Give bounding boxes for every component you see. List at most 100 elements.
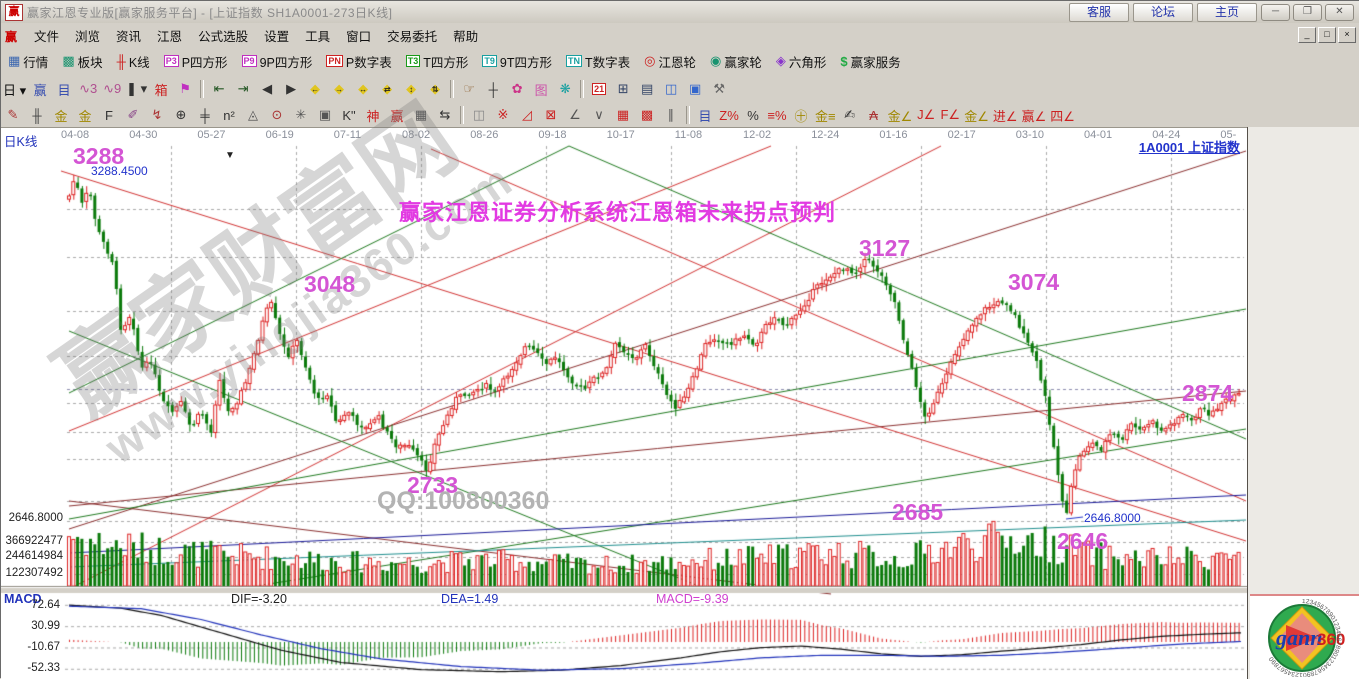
save-icon[interactable]: ◫: [660, 78, 682, 100]
line-percent-icon[interactable]: ≡%: [766, 104, 788, 126]
diag-lines-icon[interactable]: ∥: [660, 104, 682, 126]
box-diag-icon[interactable]: ◿: [516, 104, 538, 126]
first-page-icon[interactable]: ⇤: [208, 78, 230, 100]
homepage-button[interactable]: 主页: [1197, 3, 1257, 22]
hexagon-button[interactable]: ◈六角形: [770, 49, 833, 74]
t-number-table-button[interactable]: TNT数字表: [560, 49, 636, 74]
gann-box-icon[interactable]: 箱: [150, 78, 172, 100]
gold-circle-icon[interactable]: ㊉: [790, 104, 812, 126]
ribbon-tool-icon[interactable]: ✿: [506, 78, 528, 100]
monitor-save-icon[interactable]: ▣: [684, 78, 706, 100]
p-square-button[interactable]: P3P四方形: [158, 49, 234, 74]
marker-pen-icon[interactable]: ↯: [146, 104, 168, 126]
sectors-button[interactable]: ▩板块: [56, 49, 108, 74]
red-fan-icon[interactable]: ※: [492, 104, 514, 126]
angle-line-icon[interactable]: ∠: [564, 104, 586, 126]
pattern-icon[interactable]: ❋: [554, 78, 576, 100]
p-number-table-button[interactable]: PNP数字表: [320, 49, 397, 74]
compress-v-icon[interactable]: ◆⇅: [424, 78, 446, 100]
ma3-icon[interactable]: ∿3: [77, 78, 99, 100]
z-percent-icon[interactable]: Z%: [718, 104, 740, 126]
last-page-icon[interactable]: ⇥: [232, 78, 254, 100]
box-x-icon[interactable]: ⊠: [540, 104, 562, 126]
gann-angle-icon[interactable]: 金∠: [963, 104, 990, 126]
tools-save-icon[interactable]: ⚒: [708, 78, 730, 100]
winner-service-button[interactable]: $赢家服务: [834, 49, 906, 74]
gann-wheel-button[interactable]: ◎江恩轮: [638, 49, 702, 74]
forum-button[interactable]: 论坛: [1133, 3, 1193, 22]
grid-tool-icon[interactable]: ╫: [26, 104, 48, 126]
close-button[interactable]: ✕: [1325, 4, 1354, 21]
spiral-icon[interactable]: ✐: [122, 104, 144, 126]
ying-tool-icon[interactable]: 赢: [386, 104, 408, 126]
customer-service-button[interactable]: 客服: [1069, 3, 1129, 22]
menu-item-工具[interactable]: 工具: [297, 24, 338, 47]
fibonacci-icon[interactable]: F: [98, 104, 120, 126]
gold-lines-icon[interactable]: 金≡: [814, 104, 837, 126]
angle-tool-icon[interactable]: ◬: [242, 104, 264, 126]
winner-wheel-button[interactable]: ◉赢家轮: [704, 49, 768, 74]
menu-item-资讯[interactable]: 资讯: [108, 24, 149, 47]
menu-item-窗口[interactable]: 窗口: [338, 24, 379, 47]
gold-section-icon[interactable]: 金: [74, 104, 96, 126]
nine-t-square-button[interactable]: T99T四方形: [476, 49, 558, 74]
mdi-close-button[interactable]: ×: [1338, 27, 1356, 43]
ma9-icon[interactable]: ∿9: [101, 78, 123, 100]
calendar-icon[interactable]: 21: [588, 78, 610, 100]
menu-item-帮助[interactable]: 帮助: [445, 24, 486, 47]
menu-item-公式选股[interactable]: 公式选股: [190, 24, 256, 47]
width-arrows-icon[interactable]: ⇆: [434, 104, 456, 126]
gold-angle-icon[interactable]: 金∠: [887, 104, 914, 126]
expand-v-icon[interactable]: ◆↕: [400, 78, 422, 100]
list-tool-icon[interactable]: 目: [694, 104, 716, 126]
win-angle-icon[interactable]: 赢∠: [1021, 104, 1048, 126]
hand-tool-icon[interactable]: ☞: [458, 78, 480, 100]
notes-icon[interactable]: ▤: [636, 78, 658, 100]
candle-style-selector[interactable]: ❚ ▾: [125, 78, 148, 100]
mdi-minimize-button[interactable]: _: [1298, 27, 1316, 43]
kk-icon[interactable]: K": [338, 104, 360, 126]
minimize-button[interactable]: ─: [1261, 4, 1290, 21]
calculator-icon[interactable]: ⊞: [612, 78, 634, 100]
red-grid-icon[interactable]: ▦: [612, 104, 634, 126]
gann-window-icon[interactable]: 赢: [29, 78, 51, 100]
mdi-restore-button[interactable]: □: [1318, 27, 1336, 43]
menu-item-交易委托[interactable]: 交易委托: [379, 24, 445, 47]
next-bar-icon[interactable]: ▶: [280, 78, 302, 100]
flag-icon[interactable]: ⚑: [174, 78, 196, 100]
menu-item-浏览[interactable]: 浏览: [67, 24, 108, 47]
t-square-button[interactable]: T3T四方形: [400, 49, 475, 74]
shen-tool-icon[interactable]: 神: [362, 104, 384, 126]
j-angle-icon[interactable]: J∠: [915, 104, 937, 126]
four-angle-icon[interactable]: 四∠: [1049, 104, 1076, 126]
nine-p-square-button[interactable]: P99P四方形: [236, 49, 319, 74]
target-circle-icon[interactable]: ⊙: [266, 104, 288, 126]
menu-item-文件[interactable]: 文件: [26, 24, 67, 47]
f-angle-icon[interactable]: F∠: [939, 104, 961, 126]
square-target-icon[interactable]: ▣: [314, 104, 336, 126]
kline-button[interactable]: ╫K线: [111, 49, 156, 74]
compress-h-icon[interactable]: ◆⇄: [376, 78, 398, 100]
period-selector[interactable]: 日 ▾: [2, 78, 27, 100]
red-grid2-icon[interactable]: ▩: [636, 104, 658, 126]
n-square-icon[interactable]: n²: [218, 104, 240, 126]
speed-angle-icon[interactable]: 进∠: [992, 104, 1019, 126]
market-quotes-button[interactable]: ▦行情: [2, 49, 54, 74]
star-tool-icon[interactable]: ✳: [290, 104, 312, 126]
bars-icon[interactable]: ╪: [194, 104, 216, 126]
percent-icon[interactable]: %: [742, 104, 764, 126]
a-channel-icon[interactable]: ₳: [863, 104, 885, 126]
shift-right-icon[interactable]: ◆→: [328, 78, 350, 100]
brush-icon[interactable]: ✍: [839, 104, 861, 126]
prev-bar-icon[interactable]: ◀: [256, 78, 278, 100]
gold-ratio-icon[interactable]: 金: [50, 104, 72, 126]
shift-left-icon[interactable]: ◆←: [304, 78, 326, 100]
restore-button[interactable]: ❐: [1293, 4, 1322, 21]
expand-h-icon[interactable]: ◆↔: [352, 78, 374, 100]
menu-item-江恩[interactable]: 江恩: [149, 24, 190, 47]
box-frame-icon[interactable]: ◫: [468, 104, 490, 126]
circle-cycle-icon[interactable]: ⊕: [170, 104, 192, 126]
grid123-icon[interactable]: ▦: [410, 104, 432, 126]
image-box-icon[interactable]: 图: [530, 78, 552, 100]
menu-item-设置[interactable]: 设置: [256, 24, 297, 47]
